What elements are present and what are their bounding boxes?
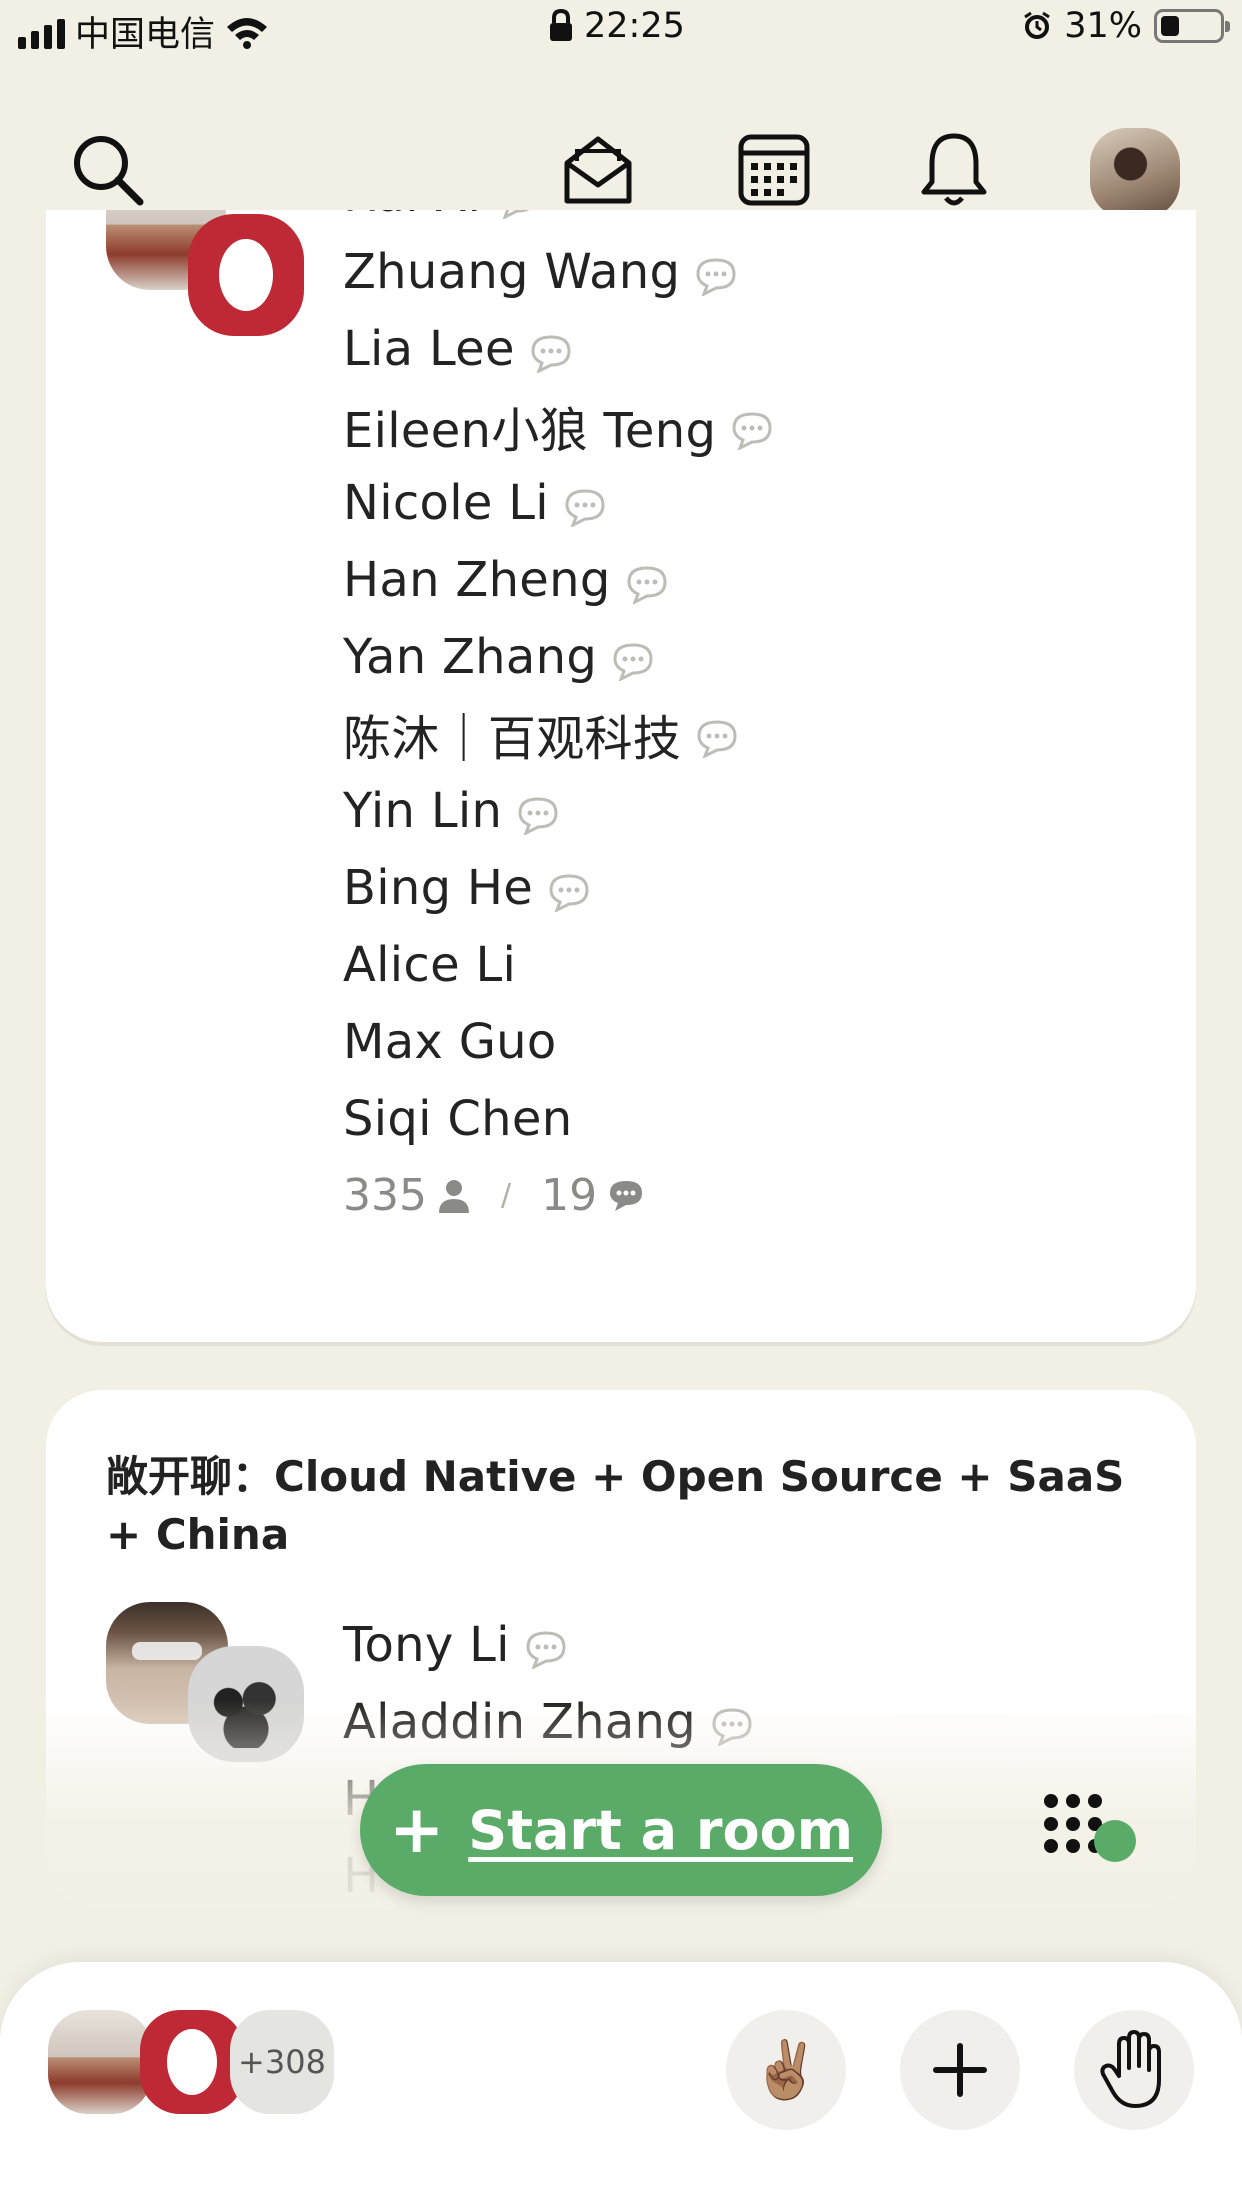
battery-icon bbox=[1154, 9, 1230, 43]
peace-out-button[interactable]: ✌🏽 bbox=[726, 2010, 846, 2130]
chat-bubble-icon bbox=[495, 210, 539, 220]
opera-logo-avatar bbox=[188, 214, 304, 336]
room-card[interactable]: Rui Xi Zhuang Wang Lia Lee Eileen小狼 Teng Nic… bbox=[46, 210, 1196, 1342]
chat-bubble-icon bbox=[529, 329, 573, 374]
chat-bubble-icon bbox=[547, 868, 591, 913]
carrier-name: 中国电信 bbox=[75, 15, 216, 55]
calendar-icon bbox=[738, 134, 810, 206]
speaker-name: Eileen小狼 Teng bbox=[343, 402, 717, 459]
notifications-bell-icon bbox=[921, 133, 987, 206]
speech-bubble-icon bbox=[610, 1180, 643, 1211]
speaker-row[interactable]: Han Zheng bbox=[343, 541, 774, 618]
speaker-row[interactable]: Eileen小狼 Teng bbox=[343, 387, 774, 464]
speaker-row[interactable]: Alice Li bbox=[343, 926, 774, 1003]
clock-time: 22:25 bbox=[584, 6, 685, 46]
speaker-name: Siqi Chen bbox=[343, 1090, 573, 1147]
speaker-row[interactable]: Zhuang Wang bbox=[343, 233, 774, 310]
plus-icon bbox=[933, 2043, 987, 2097]
status-bar: 中国电信 22:25 31% bbox=[0, 0, 1242, 60]
notifications-button[interactable] bbox=[904, 120, 1004, 220]
search-button[interactable] bbox=[58, 120, 158, 220]
speaker-name: Alice Li bbox=[343, 936, 517, 993]
more-people-count[interactable]: +308 bbox=[230, 2010, 334, 2114]
chat-bubble-icon bbox=[563, 483, 607, 528]
speaker-name: Lia Lee bbox=[343, 320, 515, 377]
signal-icon bbox=[18, 15, 65, 49]
speaker-name: 陈沐｜百观科技 bbox=[343, 710, 682, 767]
person-icon bbox=[438, 1179, 469, 1213]
speaker-row[interactable]: Yan Zhang bbox=[343, 618, 774, 695]
plus-icon: + bbox=[388, 1791, 445, 1868]
chat-bubble-icon bbox=[730, 406, 774, 451]
speaker-row[interactable]: Siqi Chen bbox=[343, 1080, 774, 1157]
speaker-name: Zhuang Wang bbox=[343, 243, 681, 300]
chat-bubble-icon bbox=[694, 252, 738, 297]
speaker-row[interactable]: Max Guo bbox=[343, 1003, 774, 1080]
speaker-name: Rui Xi bbox=[343, 210, 481, 223]
speaker-count: 19 bbox=[541, 1170, 598, 1221]
speaker-name: Max Guo bbox=[343, 1013, 557, 1070]
hallway-opera-avatar[interactable] bbox=[140, 2010, 244, 2114]
speaker-row[interactable]: Nicole Li bbox=[343, 464, 774, 541]
battery-percent: 31% bbox=[1064, 6, 1142, 46]
hallway-avatar[interactable] bbox=[48, 2010, 152, 2114]
status-center: 22:25 bbox=[548, 6, 685, 46]
peace-hand-icon: ✌🏽 bbox=[751, 2038, 821, 2103]
status-right: 31% bbox=[1022, 6, 1230, 46]
speaker-name: Tony Li bbox=[343, 1616, 510, 1673]
listener-count: 335 bbox=[343, 1170, 427, 1221]
speaker-row[interactable]: Tony Li bbox=[343, 1606, 754, 1683]
stats-separator: / bbox=[500, 1178, 512, 1213]
alarm-icon bbox=[1024, 11, 1051, 39]
lock-icon bbox=[550, 9, 572, 41]
raise-hand-icon bbox=[1100, 2030, 1161, 2108]
speaker-name: Bing He bbox=[343, 859, 534, 916]
chat-bubble-icon bbox=[695, 714, 739, 759]
speaker-name: Yin Lin bbox=[343, 782, 503, 839]
start-room-button[interactable]: + Start a room bbox=[360, 1764, 882, 1896]
add-button[interactable] bbox=[900, 2010, 1020, 2130]
chat-bubble-icon bbox=[611, 637, 655, 682]
speaker-row[interactable]: 陈沐｜百观科技 bbox=[343, 695, 774, 772]
calendar-button[interactable] bbox=[724, 120, 824, 220]
room-stats: 335 / 19 bbox=[343, 1157, 774, 1234]
start-room-label: Start a room bbox=[468, 1798, 854, 1862]
speaker-row[interactable]: Rui Xi bbox=[343, 210, 774, 233]
chat-bubble-icon bbox=[524, 1625, 568, 1670]
profile-avatar[interactable] bbox=[1090, 128, 1180, 218]
speaker-name: Nicole Li bbox=[343, 474, 549, 531]
raise-hand-button[interactable] bbox=[1074, 2010, 1194, 2130]
online-indicator-dot bbox=[1094, 1820, 1136, 1862]
wifi-icon bbox=[227, 17, 268, 49]
speaker-row[interactable]: Yin Lin bbox=[343, 772, 774, 849]
search-icon bbox=[74, 136, 144, 206]
chat-bubble-icon bbox=[516, 791, 560, 836]
status-left: 中国电信 bbox=[18, 6, 269, 57]
speaker-name: Yan Zhang bbox=[343, 628, 598, 685]
speaker-row[interactable]: Lia Lee bbox=[343, 310, 774, 387]
invite-button[interactable] bbox=[548, 120, 648, 220]
speaker-list: Rui Xi Zhuang Wang Lia Lee Eileen小狼 Teng Nic… bbox=[343, 210, 774, 1234]
invite-envelope-icon bbox=[564, 136, 632, 204]
room-title: 敞开聊：Cloud Native + Open Source + SaaS + … bbox=[106, 1452, 1125, 1559]
chat-bubble-icon bbox=[625, 560, 669, 605]
speaker-name: Han Zheng bbox=[343, 551, 611, 608]
speaker-row[interactable]: Bing He bbox=[343, 849, 774, 926]
